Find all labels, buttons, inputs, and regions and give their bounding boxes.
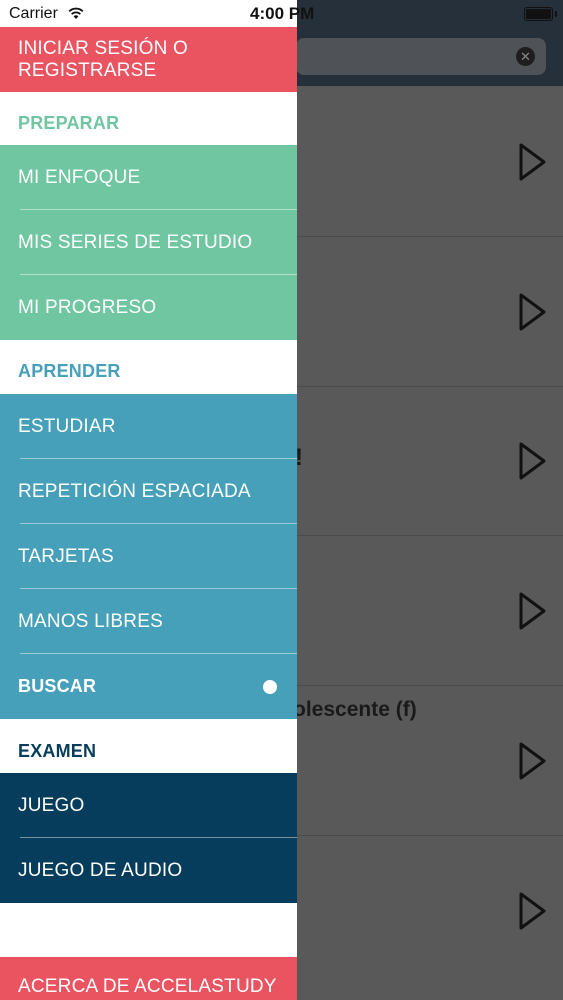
status-time: 4:00 PM — [250, 4, 315, 23]
menu-item-label: JUEGO — [18, 794, 85, 816]
menu-item-mi-enfoque[interactable]: MI ENFOQUE — [0, 145, 297, 210]
menu-item-juego[interactable]: JUEGO — [0, 773, 297, 838]
clear-icon: ✕ — [516, 47, 535, 66]
list-item — [297, 87, 563, 237]
menu-item-repeticion-espaciada[interactable]: REPETICIÓN ESPACIADA — [0, 459, 297, 524]
menu-item-label: JUEGO DE AUDIO — [18, 859, 183, 881]
section-heading-prepare: PREPARAR — [0, 97, 297, 150]
menu-item-estudiar[interactable]: ESTUDIAR — [0, 394, 297, 459]
menu-item-mis-series[interactable]: MIS SERIES DE ESTUDIO — [0, 210, 297, 275]
menu-item-mi-progreso[interactable]: MI PROGRESO — [0, 275, 297, 340]
status-bar: Carrier 4:00 PM — [0, 0, 563, 30]
login-button-label: INICIAR SESIÓN O REGISTRARSE — [18, 37, 189, 81]
menu-item-label: MI ENFOQUE — [18, 166, 141, 188]
play-icon — [519, 592, 546, 629]
menu-item-label: ESTUDIAR — [18, 415, 116, 437]
list-item-title: olescente (f) — [293, 698, 417, 721]
play-icon — [519, 442, 546, 479]
menu-item-label: TARJETAS — [18, 545, 114, 567]
menu-item-tarjetas[interactable]: TARJETAS — [0, 524, 297, 589]
login-button[interactable]: INICIAR SESIÓN O REGISTRARSE — [0, 27, 297, 92]
list-item — [297, 836, 563, 985]
play-icon — [519, 293, 546, 330]
play-icon — [519, 892, 546, 929]
selected-indicator-dot-icon — [263, 679, 277, 694]
background-search-field: ✕ — [296, 38, 546, 75]
wifi-icon — [68, 7, 84, 19]
menu-item-label: MIS SERIES DE ESTUDIO — [18, 231, 253, 253]
menu-item-manos-libres[interactable]: MANOS LIBRES — [0, 589, 297, 654]
menu-item-juego-de-audio[interactable]: JUEGO DE AUDIO — [0, 838, 297, 903]
menu-item-buscar[interactable]: BUSCAR — [0, 654, 297, 719]
list-item — [297, 536, 563, 686]
menu-item-label: MANOS LIBRES — [18, 610, 163, 632]
section-heading-label: EXAMEN — [18, 741, 97, 761]
carrier-label: Carrier — [9, 5, 58, 22]
list-item — [297, 237, 563, 387]
play-icon — [519, 742, 546, 779]
section-heading-exam: EXAMEN — [0, 725, 297, 778]
side-drawer: INICIAR SESIÓN O REGISTRARSE PREPARAR MI… — [0, 0, 297, 1000]
section-heading-learn: APRENDER — [0, 345, 297, 398]
about-button-label: ACERCA DE ACCELASTUDY — [18, 976, 277, 997]
menu-item-label: MI PROGRESO — [18, 296, 157, 318]
list-item: olescente (f) — [293, 686, 563, 836]
menu-item-label: REPETICIÓN ESPACIADA — [18, 480, 251, 502]
menu-item-label: BUSCAR — [18, 676, 97, 696]
play-icon — [519, 143, 546, 180]
battery-icon — [524, 7, 557, 21]
list-item: ! — [295, 386, 563, 536]
section-heading-label: PREPARAR — [18, 113, 120, 133]
section-heading-label: APRENDER — [18, 361, 121, 381]
about-button[interactable]: ACERCA DE ACCELASTUDY — [0, 957, 297, 1000]
